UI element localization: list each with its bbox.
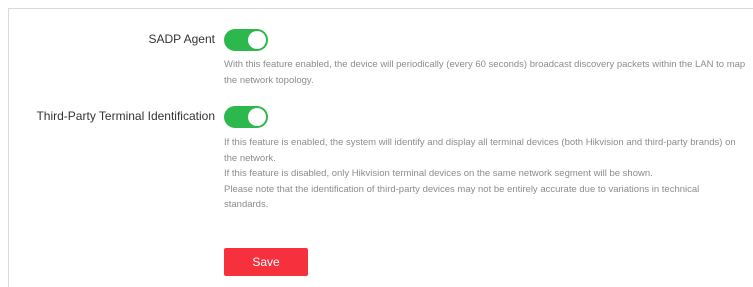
- sadp-agent-toggle[interactable]: [224, 29, 268, 51]
- sadp-agent-description-text: With this feature enabled, the device wi…: [224, 59, 746, 86]
- third-party-identification-description: If this feature is enabled, the system w…: [224, 135, 746, 213]
- toggle-knob: [248, 108, 266, 126]
- third-party-description-line: If this feature is enabled, the system w…: [224, 137, 736, 164]
- third-party-identification-label: Third-Party Terminal Identification: [36, 109, 215, 123]
- third-party-identification-toggle[interactable]: [224, 106, 268, 128]
- sadp-agent-label: SADP Agent: [148, 32, 216, 46]
- third-party-description-line: Please note that the identification of t…: [224, 183, 700, 211]
- sadp-agent-description: With this feature enabled, the device wi…: [224, 57, 746, 88]
- toggle-knob: [248, 31, 266, 49]
- third-party-description-line: If this feature is disabled, only Hikvis…: [224, 168, 653, 179]
- save-button[interactable]: Save: [224, 248, 308, 276]
